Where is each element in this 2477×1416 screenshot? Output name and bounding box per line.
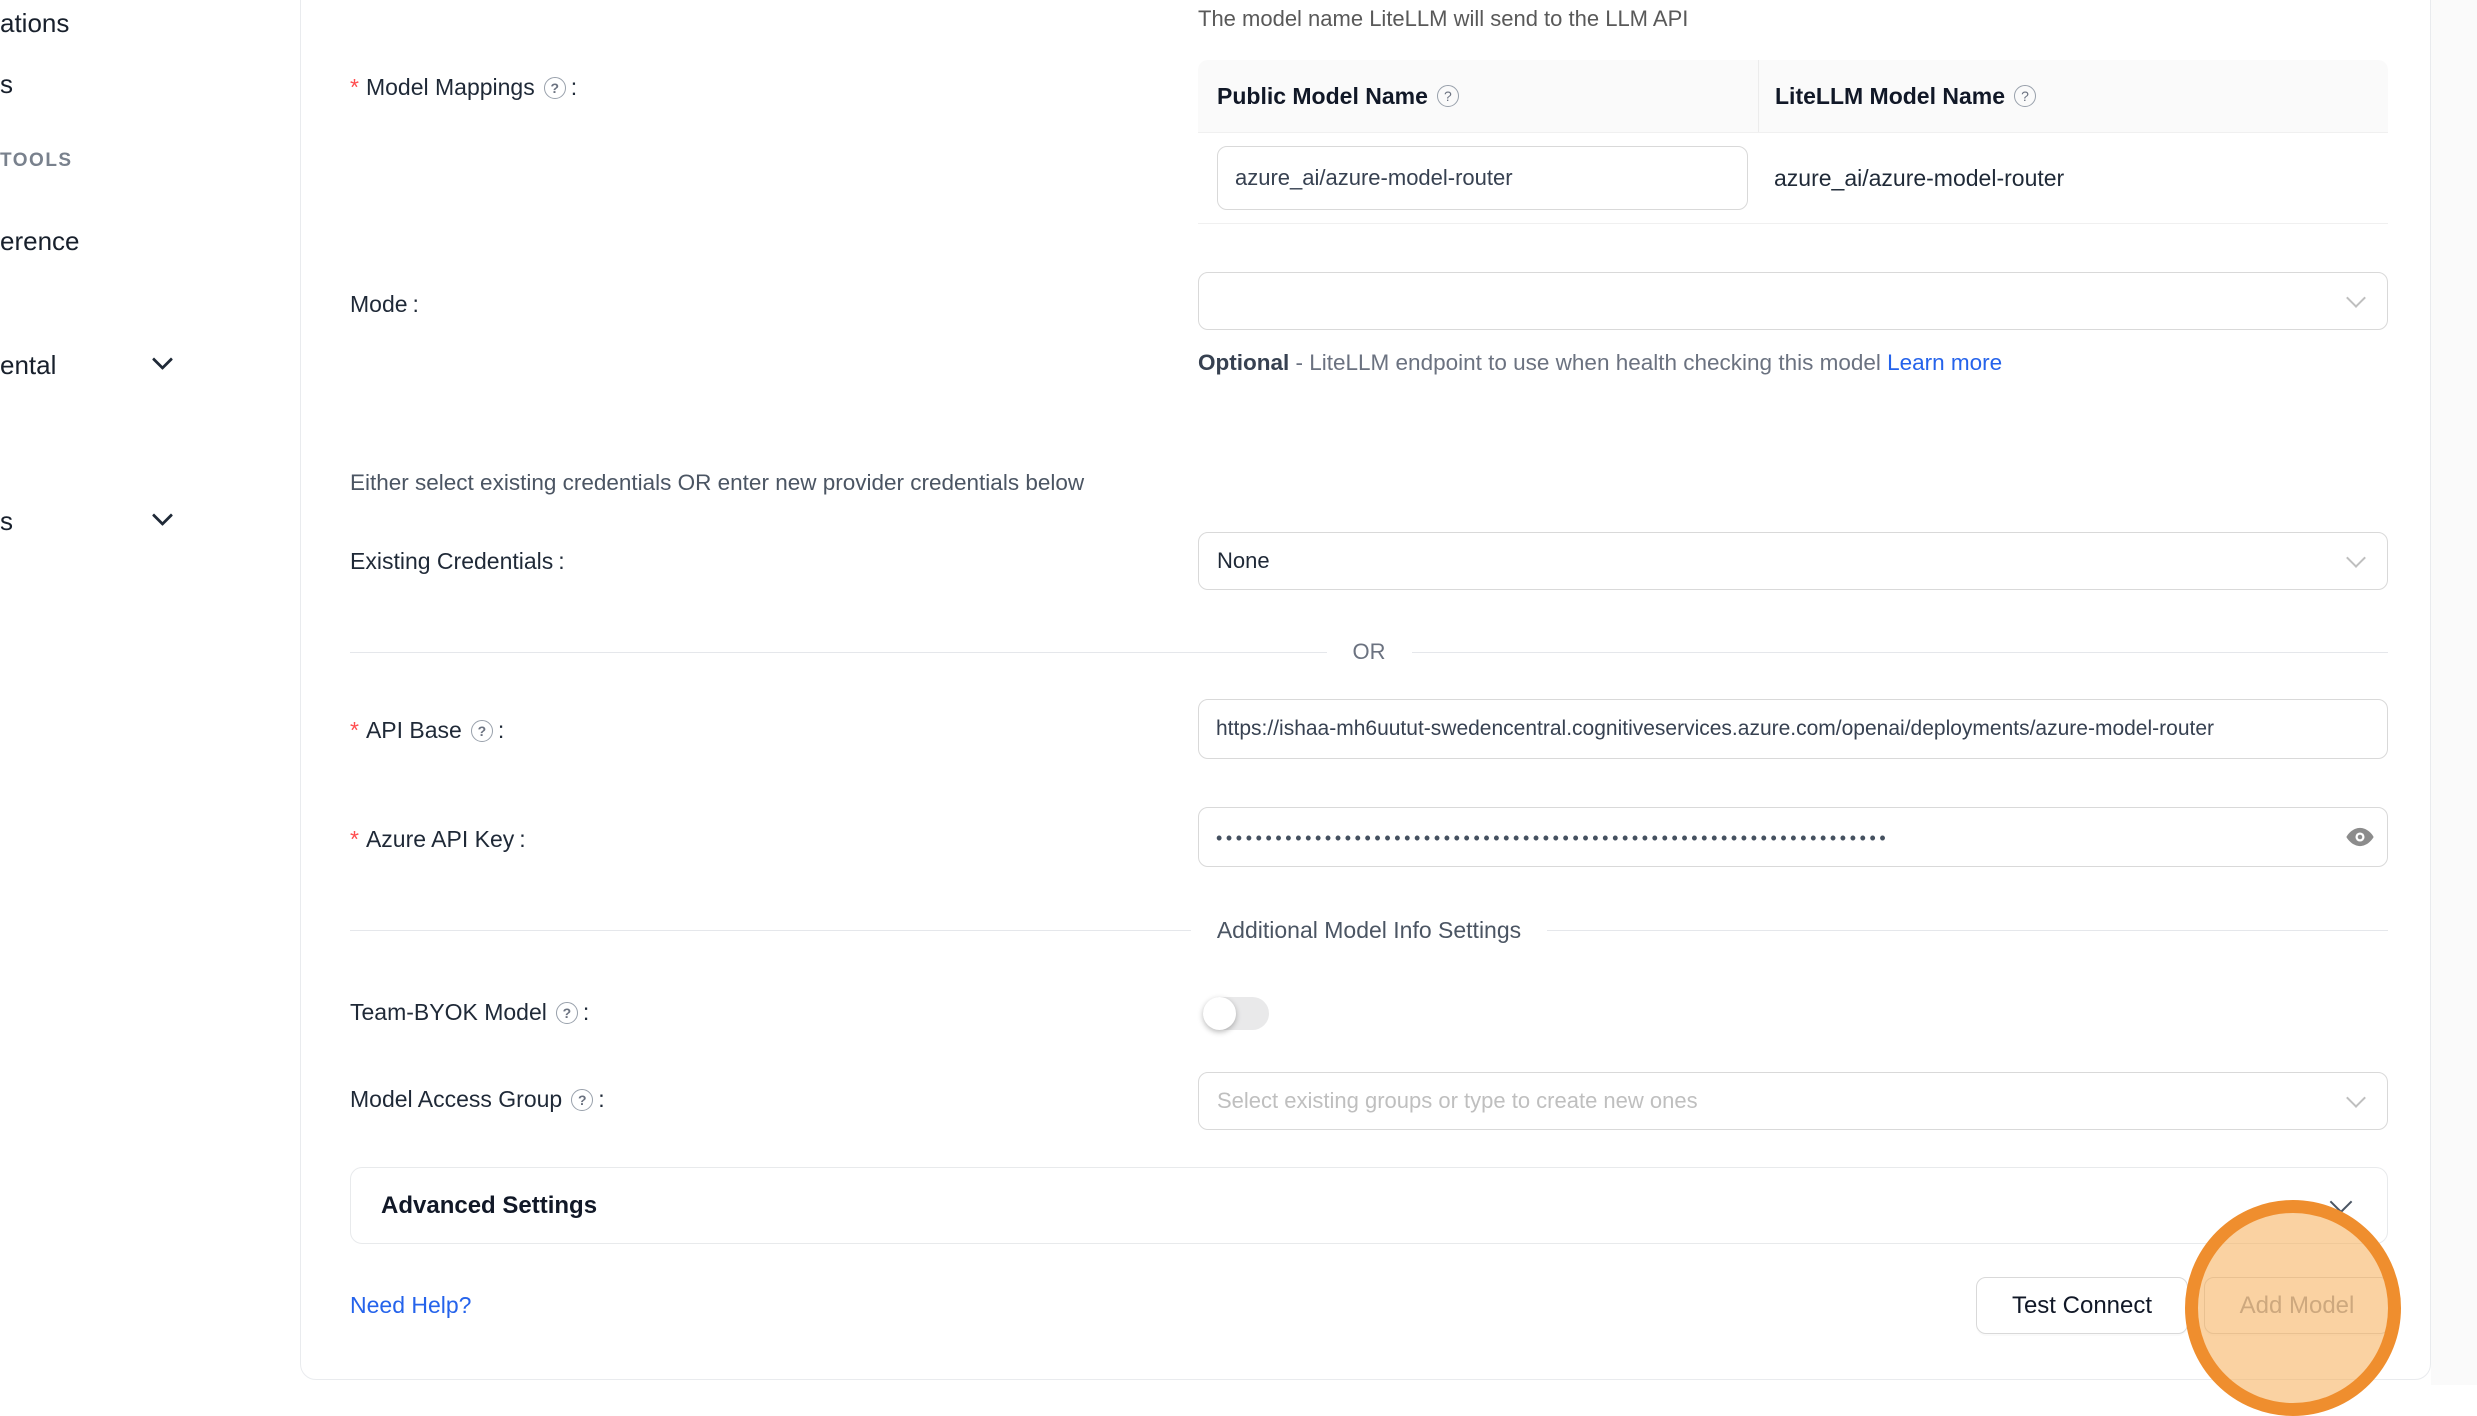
advanced-settings-title: Advanced Settings <box>381 1192 597 1220</box>
column-header-public-model-name: Public Model Name ? <box>1198 60 1758 132</box>
label-colon: : <box>413 291 419 318</box>
label-text: API Base <box>366 717 462 744</box>
sidebar-item-ations[interactable]: ations <box>0 8 69 39</box>
label-text: Team-BYOK Model <box>350 999 547 1026</box>
sidebar-item-label: erence <box>0 226 80 256</box>
model-name-hint: The model name LiteLLM will send to the … <box>1198 6 1688 32</box>
mode-select[interactable] <box>1198 272 2388 330</box>
learn-more-link[interactable]: Learn more <box>1887 350 2002 375</box>
help-bold: Optional <box>1198 350 1289 375</box>
label-text: Azure API Key <box>366 826 514 853</box>
api-base-label: * API Base ? : <box>350 717 504 744</box>
litellm-model-name-value: azure_ai/azure-model-router <box>1758 165 2388 192</box>
help-circle-icon[interactable]: ? <box>571 1089 593 1111</box>
help-circle-icon[interactable]: ? <box>2014 85 2036 107</box>
divider-line <box>1547 930 2388 931</box>
divider-line <box>350 930 1191 931</box>
sidebar-item-label: ental <box>0 350 56 380</box>
table-header-row: Public Model Name ? LiteLLM Model Name ? <box>1198 60 2388 132</box>
input-value: https://ishaa-mh6uutut-swedencentral.cog… <box>1216 717 2214 741</box>
team-byok-toggle[interactable] <box>1203 997 1269 1030</box>
divider-text: Additional Model Info Settings <box>1217 917 1521 944</box>
column-header-litellm-model-name: LiteLLM Model Name ? <box>1758 60 2388 132</box>
sidebar-item-ental[interactable]: ental <box>0 350 56 381</box>
api-base-input[interactable]: https://ishaa-mh6uutut-swedencentral.cog… <box>1198 699 2388 759</box>
team-byok-label: Team-BYOK Model ? : <box>350 999 589 1026</box>
label-colon: : <box>583 999 589 1026</box>
required-asterisk: * <box>350 717 359 744</box>
divider-line <box>350 652 1327 653</box>
required-asterisk: * <box>350 826 359 853</box>
column-header-label: LiteLLM Model Name <box>1775 83 2005 110</box>
label-colon: : <box>498 717 504 744</box>
page-background-gutter <box>2431 0 2477 1385</box>
label-text: Model Access Group <box>350 1086 562 1113</box>
existing-credentials-select[interactable]: None <box>1198 532 2388 590</box>
chevron-down-icon <box>2346 288 2366 308</box>
model-mappings-table: Public Model Name ? LiteLLM Model Name ?… <box>1198 60 2388 224</box>
azure-api-key-input[interactable]: ••••••••••••••••••••••••••••••••••••••••… <box>1198 807 2388 867</box>
label-text: Mode <box>350 291 408 318</box>
sidebar-item-erence[interactable]: erence <box>0 226 80 257</box>
toggle-knob <box>1203 997 1236 1030</box>
label-colon: : <box>558 548 564 575</box>
column-header-label: Public Model Name <box>1217 83 1428 110</box>
masked-password-value: ••••••••••••••••••••••••••••••••••••••••… <box>1216 826 2343 849</box>
help-circle-icon[interactable]: ? <box>544 77 566 99</box>
model-mappings-label: * Model Mappings ? : <box>350 74 577 101</box>
public-model-name-cell <box>1198 146 1758 210</box>
azure-api-key-label: * Azure API Key : <box>350 826 526 853</box>
select-placeholder: Select existing groups or type to create… <box>1217 1088 1698 1114</box>
label-text: Existing Credentials <box>350 548 553 575</box>
divider-text: OR <box>1353 639 1386 665</box>
or-divider: OR <box>350 636 2388 668</box>
mode-label: Mode : <box>350 291 419 318</box>
required-asterisk: * <box>350 74 359 101</box>
help-circle-icon[interactable]: ? <box>1437 85 1459 107</box>
credentials-note: Either select existing credentials OR en… <box>350 470 1084 496</box>
sidebar-item-s2[interactable]: s <box>0 506 13 537</box>
help-circle-icon[interactable]: ? <box>556 1002 578 1024</box>
sidebar-item-label: s <box>0 506 13 536</box>
chevron-down-icon <box>2346 548 2366 568</box>
add-model-button[interactable]: Add Model <box>2204 1277 2390 1334</box>
label-colon: : <box>598 1086 604 1113</box>
sidebar-item-s1[interactable]: s <box>0 69 13 100</box>
help-body: - LiteLLM endpoint to use when health ch… <box>1289 350 1887 375</box>
help-circle-icon[interactable]: ? <box>471 720 493 742</box>
test-connect-button[interactable]: Test Connect <box>1976 1277 2188 1334</box>
additional-info-divider: Additional Model Info Settings <box>350 914 2388 946</box>
chevron-down-icon <box>2330 1191 2353 1214</box>
label-colon: : <box>571 74 577 101</box>
label-colon: : <box>519 826 525 853</box>
eye-icon[interactable] <box>2343 820 2377 854</box>
chevron-down-icon <box>2346 1088 2366 1108</box>
existing-credentials-label: Existing Credentials : <box>350 548 565 575</box>
mode-help-text: Optional - LiteLLM endpoint to use when … <box>1198 342 2038 383</box>
public-model-name-input[interactable] <box>1217 146 1748 210</box>
need-help-link[interactable]: Need Help? <box>350 1292 471 1319</box>
divider-line <box>1412 652 2389 653</box>
label-text: Model Mappings <box>366 74 535 101</box>
sidebar-section-tools: TOOLS <box>0 150 73 172</box>
advanced-settings-panel[interactable]: Advanced Settings <box>350 1167 2388 1244</box>
chevron-down-icon[interactable] <box>152 349 173 370</box>
select-value: None <box>1217 548 1270 574</box>
table-row: azure_ai/azure-model-router <box>1198 132 2388 224</box>
chevron-down-icon[interactable] <box>152 505 173 526</box>
model-access-group-label: Model Access Group ? : <box>350 1086 605 1113</box>
model-access-group-select[interactable]: Select existing groups or type to create… <box>1198 1072 2388 1130</box>
